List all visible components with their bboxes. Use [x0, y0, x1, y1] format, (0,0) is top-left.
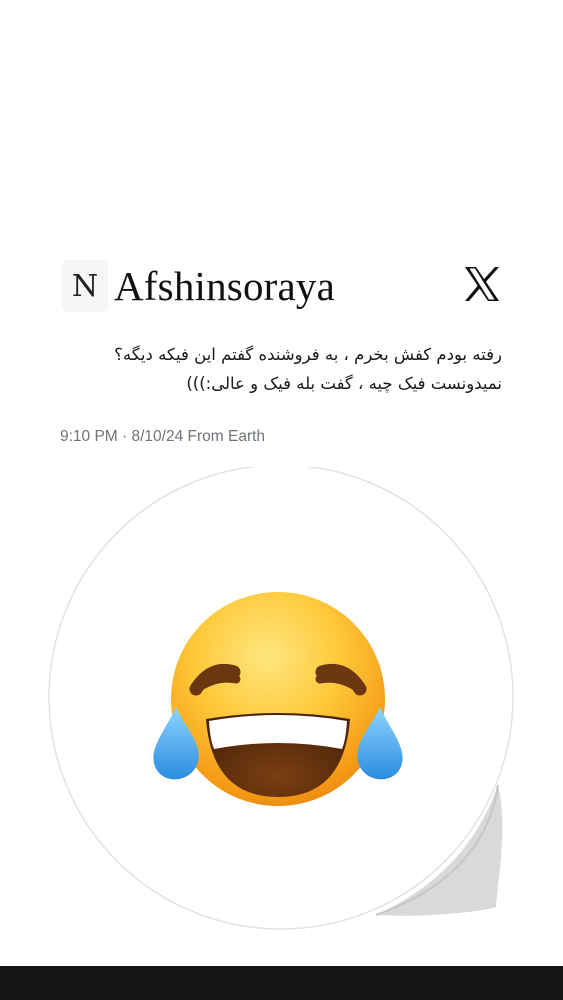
screen: N Afshinsoraya رفته بودم کفش بخرم ، به ف… — [0, 0, 563, 1000]
post-timestamp: 9:10 PM · 8/10/24 From Earth — [60, 428, 266, 445]
post-text-line: نمیدونست فیک چیه ، گفت بله فیک و عالی:))… — [186, 374, 502, 393]
bottom-bar — [0, 966, 563, 1000]
post-text-line: رفته بودم کفش بخرم ، به فروشنده گفتم این… — [114, 345, 502, 364]
post-text: رفته بودم کفش بخرم ، به فروشنده گفتم این… — [60, 340, 502, 398]
username[interactable]: Afshinsoraya — [114, 260, 335, 312]
avatar[interactable]: N — [62, 260, 108, 312]
x-logo-icon — [465, 267, 499, 301]
emoji-sticker[interactable] — [46, 467, 516, 937]
post-header: N Afshinsoraya — [62, 258, 506, 318]
avatar-letter: N — [71, 268, 99, 304]
